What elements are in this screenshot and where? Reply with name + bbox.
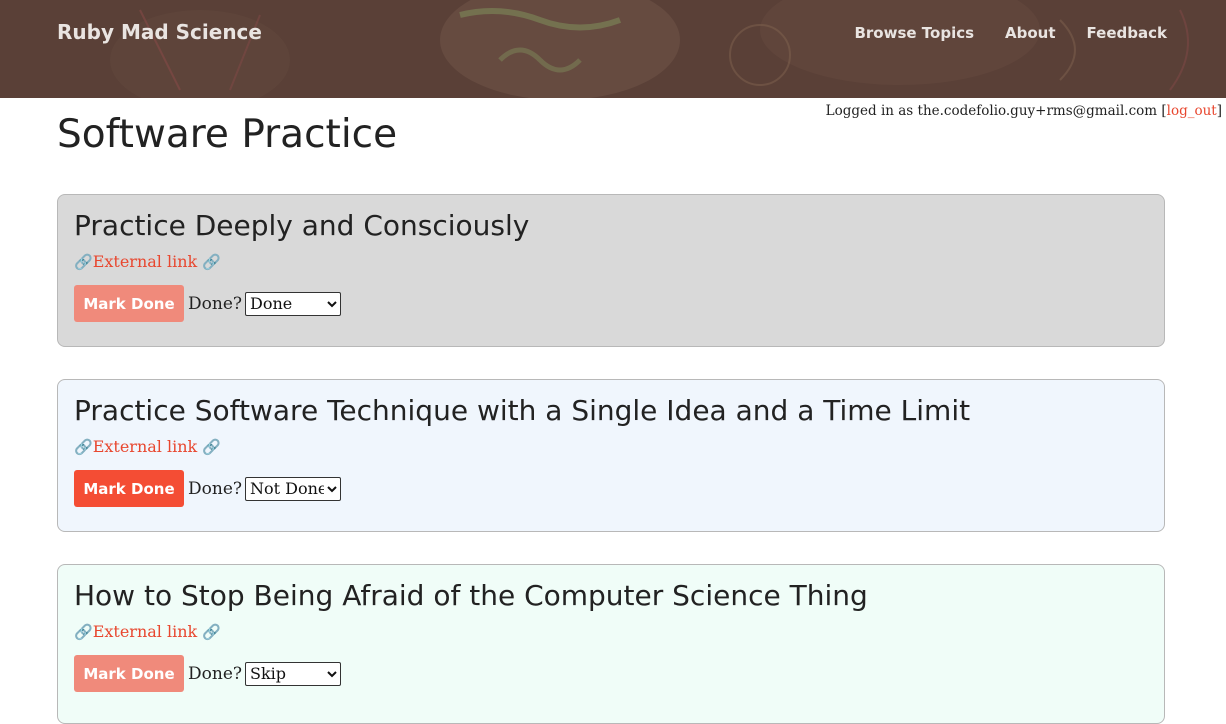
site-header: Ruby Mad Science Browse Topics About Fee… xyxy=(0,0,1226,98)
link-icon: 🔗 xyxy=(202,438,221,456)
link-icon: 🔗 xyxy=(74,438,93,456)
done-label: Done? xyxy=(188,478,242,499)
chalkboard-background xyxy=(0,0,1226,98)
topic-card: Practice Software Technique with a Singl… xyxy=(57,379,1165,532)
topic-card: How to Stop Being Afraid of the Computer… xyxy=(57,564,1165,724)
done-status-select[interactable]: Not Done Done Skip xyxy=(245,291,341,316)
external-link[interactable]: External link xyxy=(93,252,198,271)
nav-feedback[interactable]: Feedback xyxy=(1087,24,1167,42)
topic-title: How to Stop Being Afraid of the Computer… xyxy=(74,579,868,612)
link-icon: 🔗 xyxy=(202,623,221,641)
external-link[interactable]: External link xyxy=(93,622,198,641)
external-link-row: 🔗External link 🔗 xyxy=(74,436,1148,458)
page-title: Software Practice xyxy=(57,112,398,157)
external-link[interactable]: External link xyxy=(93,437,198,456)
mark-done-button[interactable]: Mark Done xyxy=(74,285,184,322)
nav-browse-topics[interactable]: Browse Topics xyxy=(854,24,974,42)
external-link-row: 🔗External link 🔗 xyxy=(74,251,1148,273)
nav-about[interactable]: About xyxy=(1005,24,1056,42)
mark-done-button[interactable]: Mark Done xyxy=(74,655,184,692)
login-status-text: Logged in as the.codefolio.guy+rms@gmail… xyxy=(825,103,1167,119)
login-status-suffix: ] xyxy=(1216,103,1222,119)
main-nav: Browse Topics About Feedback xyxy=(854,24,1167,42)
topic-card: Practice Deeply and Consciously 🔗Externa… xyxy=(57,194,1165,347)
done-status-select[interactable]: Not Done Done Skip xyxy=(245,476,341,501)
action-row: Mark Done Done? Not Done Done Skip xyxy=(74,285,1148,322)
done-label: Done? xyxy=(188,663,242,684)
login-status: Logged in as the.codefolio.guy+rms@gmail… xyxy=(826,103,1222,119)
logout-link[interactable]: log_out xyxy=(1167,103,1217,119)
topic-title: Practice Software Technique with a Singl… xyxy=(74,394,971,427)
action-row: Mark Done Done? Not Done Done Skip xyxy=(74,655,1148,692)
link-icon: 🔗 xyxy=(74,253,93,271)
brand-link[interactable]: Ruby Mad Science xyxy=(57,20,262,44)
done-status-select[interactable]: Not Done Done Skip xyxy=(245,661,341,686)
done-label: Done? xyxy=(188,293,242,314)
external-link-row: 🔗External link 🔗 xyxy=(74,621,1148,643)
mark-done-button[interactable]: Mark Done xyxy=(74,470,184,507)
link-icon: 🔗 xyxy=(74,623,93,641)
link-icon: 🔗 xyxy=(202,253,221,271)
topic-title: Practice Deeply and Consciously xyxy=(74,209,530,242)
action-row: Mark Done Done? Not Done Done Skip xyxy=(74,470,1148,507)
